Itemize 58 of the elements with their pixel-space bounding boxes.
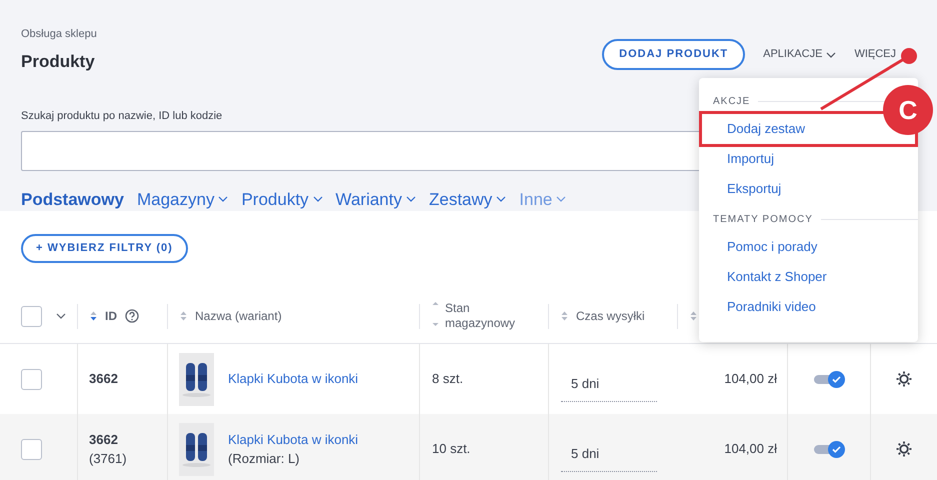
filter-button[interactable]: + WYBIERZ FILTRY (0) — [21, 234, 188, 263]
product-id: 3662 — [89, 370, 119, 388]
tab[interactable]: Zestawy — [429, 186, 506, 224]
checkbox[interactable] — [21, 438, 42, 460]
add-product-button[interactable]: DODAJ PRODUKT — [602, 39, 746, 70]
caret-icon — [406, 196, 416, 202]
help-icon[interactable] — [125, 309, 139, 324]
menu-item[interactable]: Pomoc i porady — [702, 232, 915, 262]
column-header[interactable]: Stan magazynowy — [445, 301, 525, 332]
check-icon — [832, 376, 840, 382]
menu-item[interactable]: Kontakt z Shoper — [702, 262, 915, 292]
sort-icon[interactable] — [432, 301, 439, 328]
tab[interactable]: Produkty — [241, 186, 323, 224]
product-link[interactable]: Klapki Kubota w ikonki — [228, 430, 358, 449]
tab[interactable]: Podstawowy — [21, 186, 124, 224]
caret-icon — [218, 196, 228, 202]
product-id: 3662 — [89, 430, 119, 448]
menu-section-title: TEMATY POMOCY — [713, 212, 813, 226]
stock-cell-text: 8 szt. — [432, 370, 464, 388]
check-icon — [832, 446, 840, 452]
column-header[interactable]: Czas wysyłki — [576, 307, 645, 326]
product-link[interactable]: Klapki Kubota w ikonki — [228, 369, 358, 389]
checkbox[interactable] — [21, 306, 42, 327]
sort-icon[interactable] — [690, 310, 697, 322]
sort-icon[interactable] — [561, 310, 568, 322]
search-label: Szukaj produktu po nazwie, ID lub kodzie — [21, 109, 222, 124]
menu-button[interactable]: WIĘCEJ — [854, 46, 896, 63]
stock-cell-text: 10 szt. — [432, 440, 470, 458]
menu-button[interactable]: APLIKACJE — [763, 46, 836, 63]
shipping-field[interactable]: 5 dni — [561, 366, 657, 402]
table-row[interactable]: 3662 (3761) Klapki Kubota w ikonki (Rozmiar: L) 10 szt. 5 dni 104,00 zł — [0, 414, 937, 480]
menu-item[interactable]: Eksportuj — [702, 174, 915, 204]
caret-icon — [496, 196, 506, 202]
menu-item[interactable]: Importuj — [702, 144, 915, 174]
toggle-switch[interactable] — [814, 370, 844, 388]
column-header[interactable]: Nazwa (wariant) — [195, 307, 282, 326]
caret-icon — [312, 196, 323, 202]
caret-icon — [56, 313, 66, 320]
checkbox[interactable] — [21, 368, 42, 390]
tab[interactable]: Warianty — [336, 186, 416, 224]
menu-section-title: AKCJE — [713, 94, 750, 108]
breadcrumb[interactable]: Obsługa sklepu — [21, 26, 97, 42]
toggle-switch[interactable] — [814, 440, 844, 458]
page-title: Produkty — [21, 50, 96, 72]
sort-icon[interactable] — [180, 310, 187, 322]
caret-icon — [556, 196, 566, 202]
price-cell-text: 104,00 zł — [724, 370, 777, 388]
shipping-field[interactable]: 5 dni — [561, 436, 657, 472]
settings-icon[interactable] — [895, 440, 913, 458]
tab[interactable]: Magazyny — [136, 186, 228, 224]
sort-icon[interactable] — [90, 310, 97, 322]
settings-icon[interactable] — [895, 370, 913, 388]
column-header[interactable]: ID — [105, 307, 117, 326]
variant-label: (Rozmiar: L) — [228, 450, 301, 468]
price-cell-text: 104,00 zł — [724, 440, 777, 458]
variant-id: (3761) — [89, 450, 128, 468]
caret-icon — [826, 52, 836, 58]
menu-item[interactable]: Poradniki video — [702, 292, 915, 322]
